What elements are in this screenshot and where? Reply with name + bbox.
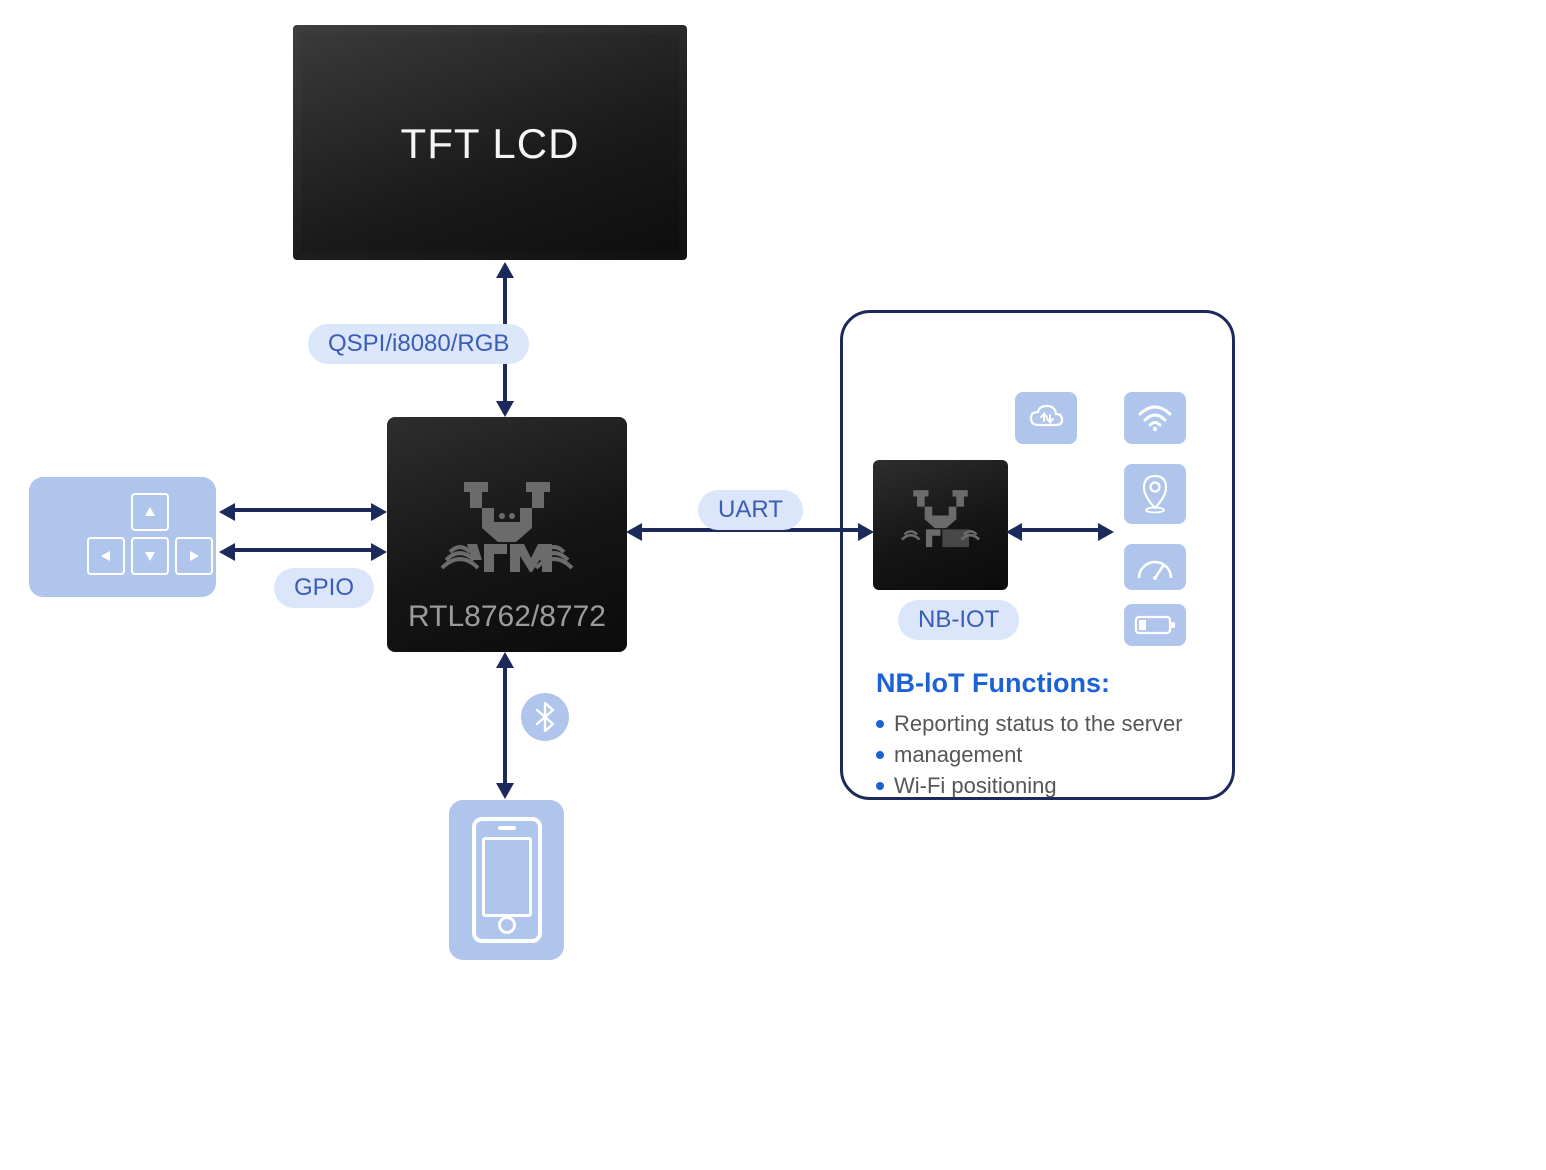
arrowhead-right-icon <box>371 543 387 561</box>
speed-gauge-icon <box>1135 552 1175 582</box>
arrowhead-left-icon <box>626 523 642 541</box>
gauge-tile <box>1124 544 1186 590</box>
crab-logo-icon <box>432 482 582 592</box>
wifi-icon <box>1137 404 1173 432</box>
smartphone-icon <box>472 817 542 943</box>
arrowhead-left-icon <box>219 543 235 561</box>
arrowhead-up-icon <box>496 652 514 668</box>
badge-gpio: GPIO <box>274 568 374 608</box>
arrowhead-down-icon <box>496 401 514 417</box>
arrow-dpad-top-line <box>233 508 373 512</box>
arrowhead-down-icon <box>496 783 514 799</box>
cloud-sync-tile <box>1015 392 1077 444</box>
battery-tile <box>1124 604 1186 646</box>
chip-label: RTL8762/8772 <box>408 600 606 634</box>
location-pin-icon <box>1139 474 1171 514</box>
bluetooth-badge <box>521 693 569 741</box>
nbiot-functions-block: NB-loT Functions: Reporting status to th… <box>876 668 1216 801</box>
main-chip-block: RTL8762/8772 <box>387 417 627 652</box>
dpad-block <box>29 477 216 597</box>
location-tile <box>1124 464 1186 524</box>
wifi-tile <box>1124 392 1186 444</box>
nbiot-function-item: Wi-Fi positioning <box>876 771 1216 802</box>
dpad-down-key <box>131 537 169 575</box>
arrow-dpad-bottom-line <box>233 548 373 552</box>
dpad-right-key <box>175 537 213 575</box>
cloud-sync-icon <box>1028 403 1064 433</box>
badge-display-interface: QSPI/i8080/RGB <box>308 324 529 364</box>
arrowhead-left-icon <box>219 503 235 521</box>
phone-block <box>449 800 564 960</box>
battery-low-icon <box>1134 614 1176 636</box>
arrowhead-right-icon <box>371 503 387 521</box>
bluetooth-icon <box>534 702 556 732</box>
tft-lcd-block: TFT LCD <box>293 25 687 260</box>
dpad-up-key <box>131 493 169 531</box>
arrowhead-up-icon <box>496 262 514 278</box>
dpad-left-key <box>87 537 125 575</box>
nbiot-function-item: management <box>876 740 1216 771</box>
arrow-chip-phone-line <box>503 665 507 785</box>
nbiot-functions-heading: NB-loT Functions: <box>876 668 1216 699</box>
badge-uart: UART <box>698 490 803 530</box>
nbiot-function-item: Reporting status to the server <box>876 709 1216 740</box>
tft-lcd-label: TFT LCD <box>401 120 580 168</box>
